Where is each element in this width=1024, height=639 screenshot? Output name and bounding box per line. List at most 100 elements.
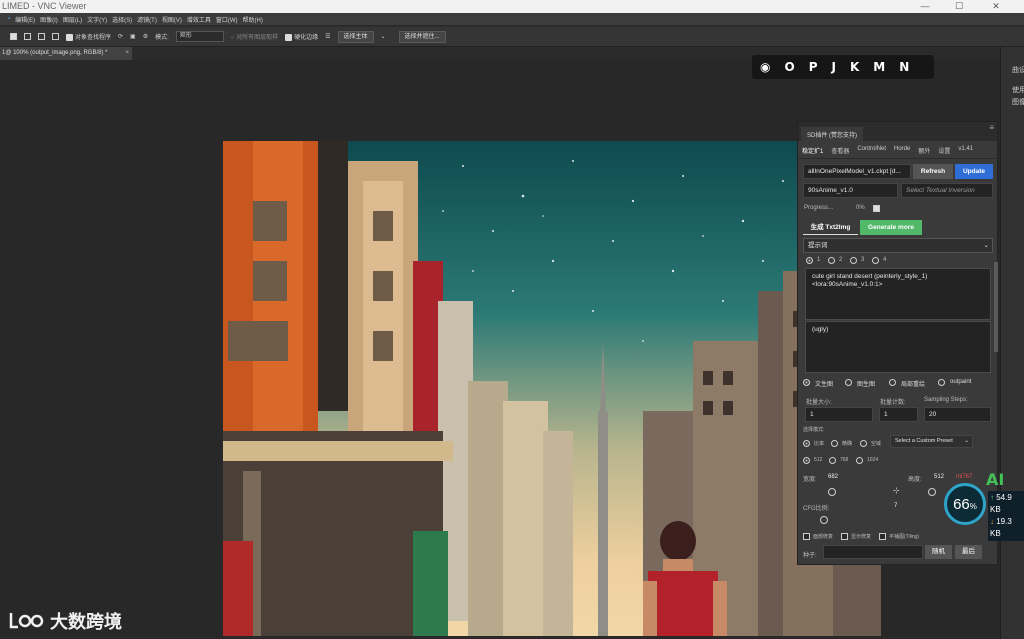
new-selection-icon[interactable]: [10, 33, 17, 40]
add-selection-icon[interactable]: [24, 33, 31, 40]
mode-label: 模式:: [155, 35, 169, 41]
prompt-tab-4-radio[interactable]: [872, 257, 879, 264]
prompt-tab-2-radio[interactable]: [828, 257, 835, 264]
positive-prompt-textarea[interactable]: cute girl stand desert (peinterly_style_…: [805, 268, 991, 320]
cfg-slider-handle[interactable]: [820, 516, 828, 524]
random-seed-button[interactable]: 随机: [925, 545, 952, 559]
gear-icon[interactable]: ⚙: [143, 33, 148, 40]
cfg-value: 7: [894, 503, 898, 509]
refresh-icon[interactable]: ⟳: [118, 33, 123, 40]
textual-inversion-select[interactable]: Select Textual Inversion: [901, 183, 993, 198]
close-button[interactable]: ✕: [983, 1, 1009, 11]
tab-horde[interactable]: Horde: [894, 146, 910, 155]
progress-checkbox[interactable]: [873, 205, 880, 212]
width-value: 682: [828, 474, 839, 480]
mode-txt2img-label: 文生图: [815, 382, 834, 388]
preset-select[interactable]: Select a Custom Preset ⌄: [890, 435, 973, 448]
sd-tabs: 稳定扩1 查看器 ControlNet Horde 额外 设置 v1.41: [798, 141, 997, 159]
tab-extras[interactable]: 额外: [918, 146, 930, 155]
mode-outpaint-radio[interactable]: [938, 379, 945, 386]
tiling-label: 平铺图(Tiling): [889, 534, 920, 540]
object-finder-toggle[interactable]: 对象查找程序: [66, 32, 111, 41]
menu-layer[interactable]: 图层(L): [63, 15, 82, 24]
mode-inpaint-radio[interactable]: [889, 379, 896, 386]
mode-select[interactable]: 矩形: [175, 31, 224, 42]
intersect-selection-icon[interactable]: [52, 33, 59, 40]
canvas-image[interactable]: [223, 141, 881, 636]
size-768-radio[interactable]: [829, 457, 836, 464]
mode-txt2img-radio[interactable]: [803, 379, 810, 386]
hard-edge-toggle[interactable]: 硬化边缘: [285, 32, 318, 41]
positive-prompt-line-1: cute girl stand desert (peinterly_style_…: [812, 273, 928, 280]
chevron-down-icon[interactable]: ⌄: [984, 239, 989, 252]
prompt-header[interactable]: 提示词 ⌄: [803, 238, 993, 253]
face-restore-label: 面部修复: [813, 534, 834, 540]
ratio-radio[interactable]: [803, 440, 810, 447]
width-slider-handle[interactable]: [828, 488, 836, 496]
ps-logo-icon[interactable]: ▪: [8, 16, 10, 22]
prompt-tab-3-radio[interactable]: [850, 257, 857, 264]
hires-fix-label: 显示修复: [851, 534, 872, 540]
panel-scrollbar[interactable]: [994, 262, 998, 352]
menu-edit[interactable]: 编辑(E): [15, 15, 35, 24]
precise-label: 精确: [842, 441, 853, 447]
tab-viewer[interactable]: 查看器: [831, 146, 849, 155]
tab-settings[interactable]: 设置: [938, 146, 950, 155]
link-icon[interactable]: ⊹: [893, 486, 900, 495]
update-button[interactable]: Update: [955, 164, 993, 179]
shortcut-key-k: K: [849, 60, 860, 74]
generate-txt2img-button[interactable]: 生成 Txt2Img: [803, 220, 858, 235]
mode-outpaint-label: outpaint: [950, 379, 972, 385]
size-512-radio[interactable]: [803, 457, 810, 464]
select-subject-button[interactable]: 选择主体: [337, 30, 374, 43]
panel-menu-icon[interactable]: ≡: [989, 123, 994, 132]
batch-count-input[interactable]: 1: [879, 407, 918, 422]
seed-input[interactable]: [823, 545, 923, 559]
close-tab-icon[interactable]: ×: [125, 47, 129, 60]
mode-img2img-radio[interactable]: [845, 379, 852, 386]
menu-view[interactable]: 视图(V): [162, 15, 182, 24]
select-and-mask-button[interactable]: 选择并遮住...: [398, 30, 446, 43]
align-icon[interactable]: ☰: [325, 33, 330, 40]
negative-prompt-textarea[interactable]: (ugly): [805, 321, 991, 373]
upload-arrow-icon: ↑: [990, 493, 994, 502]
width-label: 宽度:: [803, 477, 817, 483]
menu-filter[interactable]: 滤镜(T): [137, 15, 157, 24]
maximize-button[interactable]: ☐: [946, 1, 972, 11]
prompt-tab-1-radio[interactable]: [806, 257, 813, 264]
menu-help[interactable]: 帮助(H): [243, 15, 263, 24]
menu-window[interactable]: 窗口(W): [216, 15, 238, 24]
batch-size-input[interactable]: 1: [805, 407, 873, 422]
shortcut-key-o: O: [784, 60, 795, 74]
chevron-down-icon[interactable]: ⌄: [381, 33, 386, 40]
menu-select[interactable]: 选择(S): [112, 15, 132, 24]
size-1024-label: 1024: [867, 457, 879, 463]
city-street-painting: [223, 141, 881, 636]
menu-type[interactable]: 文字(Y): [87, 15, 107, 24]
menu-image[interactable]: 图像(I): [40, 15, 58, 24]
precise-radio[interactable]: [831, 440, 838, 447]
minimize-button[interactable]: —: [912, 1, 938, 11]
model-select[interactable]: allInOnePixelModel_v1.ckpt [d...: [803, 164, 911, 179]
tiling-checkbox[interactable]: [879, 533, 886, 540]
face-restore-checkbox[interactable]: [803, 533, 810, 540]
network-speed-widget[interactable]: 66 % ↑ 54.9 KB ↓ 19.3 KB: [944, 483, 1024, 541]
subtract-selection-icon[interactable]: [38, 33, 45, 40]
hires-fix-checkbox[interactable]: [841, 533, 848, 540]
empty-radio[interactable]: [860, 440, 867, 447]
refresh-button[interactable]: Refresh: [913, 164, 953, 179]
last-seed-button[interactable]: 最后: [955, 545, 982, 559]
sd-plugin-title[interactable]: SD插件 (赞您支持): [801, 127, 863, 141]
tab-stable-diffusion[interactable]: 稳定扩1: [802, 146, 823, 155]
sampling-steps-input[interactable]: 20: [924, 407, 991, 422]
size-1024-radio[interactable]: [856, 457, 863, 464]
sample-all-layers-toggle[interactable]: ○ 对所有图层取样: [231, 32, 278, 41]
menu-plugins[interactable]: 增效工具: [187, 15, 211, 24]
window-titlebar: LIMED - VNC Viewer — ☐ ✕: [0, 0, 1024, 13]
tab-controlnet[interactable]: ControlNet: [857, 146, 886, 155]
document-tab[interactable]: 1@ 100% (output_image.png, RGB/8) * ×: [0, 47, 132, 60]
lora-select[interactable]: 90sAnime_v1.0: [803, 183, 898, 198]
show-objects-icon[interactable]: ▣: [130, 33, 136, 40]
generate-more-button[interactable]: Generate more: [860, 220, 922, 235]
height-slider-handle[interactable]: [928, 488, 936, 496]
